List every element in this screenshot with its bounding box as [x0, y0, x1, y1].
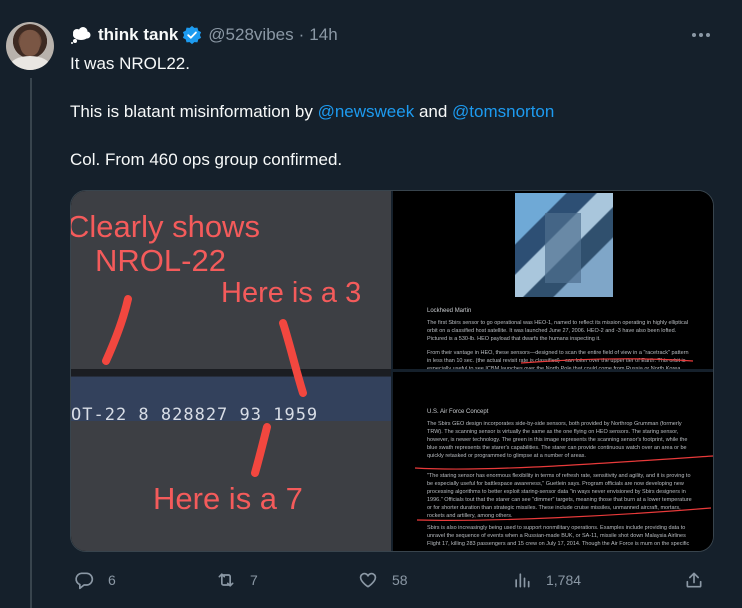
views-icon — [515, 573, 530, 588]
more-dot — [706, 33, 710, 37]
reply-button[interactable]: 6 — [74, 566, 116, 594]
like-count: 58 — [392, 572, 408, 588]
display-name[interactable]: think tank — [98, 25, 178, 45]
tweet-header: think tank @528vibes · 14h — [70, 24, 338, 46]
views-button[interactable]: 1,784 — [512, 566, 581, 594]
media-attachment[interactable]: OT-22 8 828827 93 1959 Clearly shows NRO… — [70, 190, 714, 552]
more-dot — [699, 33, 703, 37]
thread-line — [30, 78, 32, 608]
mention-tomsnorton[interactable]: @tomsnorton — [452, 102, 554, 121]
avatar-face — [20, 30, 40, 56]
timestamp[interactable]: 14h — [309, 25, 337, 45]
avatar[interactable] — [6, 22, 54, 70]
share-icon — [686, 572, 702, 588]
action-bar: 6 7 58 1,784 — [70, 566, 716, 594]
like-button[interactable]: 58 — [358, 566, 408, 594]
share-button[interactable] — [684, 566, 718, 594]
verified-badge-icon[interactable] — [182, 25, 202, 45]
tweet-line-2-and: and — [418, 102, 448, 121]
annotated-photo[interactable]: OT-22 8 828827 93 1959 Clearly shows NRO… — [71, 191, 391, 551]
mention-newsweek[interactable]: @newsweek — [318, 102, 415, 121]
red-underlines-bottom — [414, 455, 713, 521]
more-icon[interactable] — [692, 26, 714, 44]
reply-icon — [75, 572, 94, 590]
tweet-line-2: This is blatant misinformation by @newsw… — [70, 100, 710, 124]
red-underline-top — [520, 358, 694, 364]
repost-count: 7 — [250, 572, 258, 588]
like-icon — [359, 572, 377, 588]
more-dot — [692, 33, 696, 37]
repost-icon — [218, 573, 234, 587]
tweet-body: It was NROL22. This is blatant misinform… — [70, 52, 710, 172]
document-photo-bottom[interactable]: U.S. Air Force Concept The Sbirs GEO des… — [393, 372, 713, 551]
red-marker-strokes — [102, 295, 307, 477]
tweet-line-3: Col. From 460 ops group confirmed. — [70, 150, 343, 169]
document-photo-top[interactable]: Lockheed Martin The first Sbirs sensor t… — [393, 191, 713, 369]
handle[interactable]: @528vibes — [208, 25, 293, 45]
cloud-emoji-icon — [71, 27, 91, 44]
reply-count: 6 — [108, 572, 116, 588]
separator-dot: · — [298, 25, 305, 44]
tweet-line-2-text: This is blatant misinformation by — [70, 102, 313, 121]
tweet-line-1: It was NROL22. — [70, 54, 190, 73]
views-count: 1,784 — [546, 572, 582, 588]
repost-button[interactable]: 7 — [216, 566, 258, 594]
avatar-shirt — [10, 56, 50, 70]
